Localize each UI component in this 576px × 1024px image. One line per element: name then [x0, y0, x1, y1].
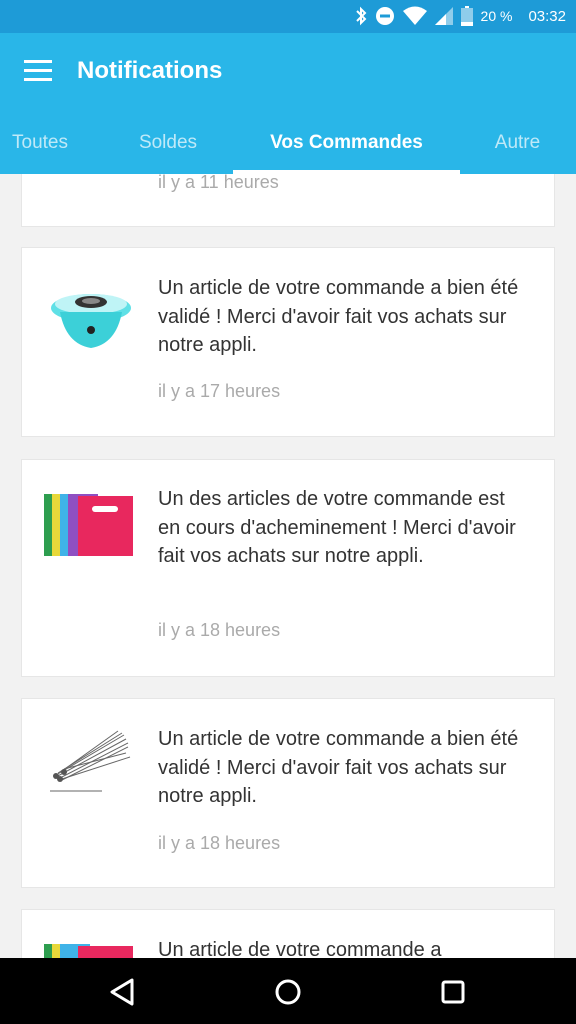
notification-card[interactable]: il y a 11 heures: [21, 174, 555, 227]
tab-toutes[interactable]: Toutes: [0, 111, 85, 174]
notification-message: Un article de votre commande a: [158, 939, 442, 958]
hamburger-menu-icon[interactable]: [24, 60, 52, 82]
system-nav-bar: [0, 958, 576, 1024]
recents-icon[interactable]: [433, 972, 473, 1012]
tab-bar: Toutes Soldes Vos Commandes Autre: [0, 111, 576, 174]
notification-list: il y a 11 heures Un article de votre com…: [0, 174, 576, 958]
cotton-candy-machine-image: [51, 294, 131, 348]
tab-soldes[interactable]: Soldes: [118, 111, 218, 174]
tab-vos-commandes[interactable]: Vos Commandes: [233, 111, 460, 174]
notification-time: il y a 18 heures: [158, 833, 281, 853]
status-icons: 20 % 03:32: [355, 6, 566, 26]
notification-card[interactable]: Un article de votre commande a bien été …: [21, 698, 555, 888]
app-bar: Notifications: [0, 33, 576, 111]
notification-message: Un article de votre commande a bien été …: [158, 277, 519, 356]
colorful-plastic-bags-image: [44, 944, 133, 958]
clock: 03:32: [528, 7, 566, 25]
notification-message: Un des articles de votre commande est en…: [158, 488, 516, 567]
back-icon[interactable]: [102, 972, 142, 1012]
notification-card[interactable]: Un des articles de votre commande est en…: [21, 459, 555, 677]
notification-time: il y a 18 heures: [158, 620, 281, 640]
battery-icon: [460, 6, 473, 26]
notification-card[interactable]: Un article de votre commande a: [21, 909, 555, 958]
status-bar: 20 % 03:32: [0, 0, 576, 33]
bluetooth-icon: [355, 6, 366, 26]
do-not-disturb-icon: [375, 7, 394, 25]
tab-autre[interactable]: Autre: [470, 111, 565, 174]
metal-skewers-image: [50, 730, 131, 792]
notification-card[interactable]: Un article de votre commande a bien été …: [21, 247, 555, 437]
page-title: Notifications: [77, 57, 223, 84]
wifi-icon: [402, 6, 427, 25]
cell-signal-icon: [434, 7, 453, 25]
notification-message: Un article de votre commande a bien été …: [158, 728, 519, 807]
home-icon[interactable]: [268, 972, 308, 1012]
colorful-plastic-bags-image: [44, 494, 133, 556]
notification-time: il y a 11 heures: [158, 174, 279, 192]
battery-percent: 20 %: [480, 8, 513, 24]
notification-time: il y a 17 heures: [158, 381, 281, 401]
